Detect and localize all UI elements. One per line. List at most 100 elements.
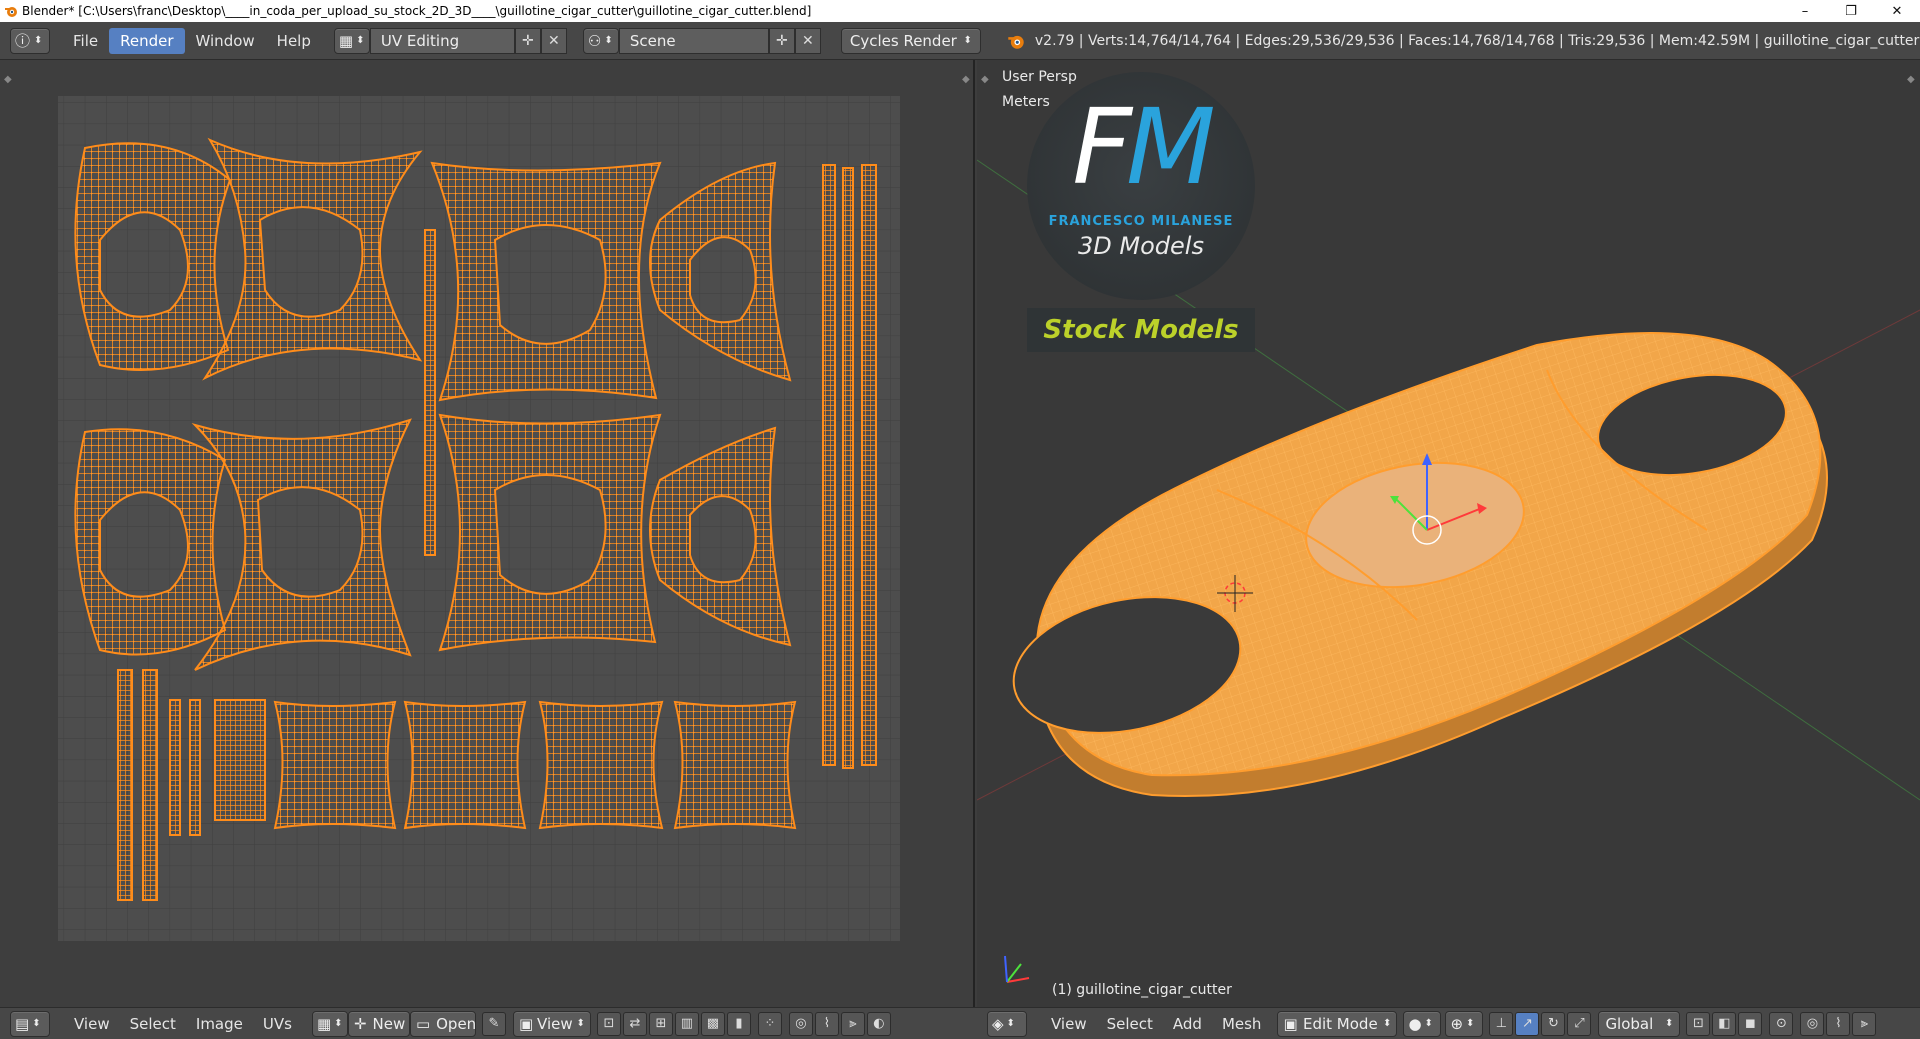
transform-orientation-dropdown[interactable]: Global ⬍ <box>1598 1010 1681 1037</box>
interaction-mode-dropdown[interactable]: ▣ Edit Mode ⬍ <box>1277 1010 1398 1037</box>
active-object-label: (1) guillotine_cigar_cutter <box>1052 982 1232 998</box>
uv-image-editor[interactable]: ◆ ◆ <box>0 60 975 1007</box>
pivot-icon[interactable]: ⊡ <box>596 1011 621 1036</box>
logo-subtitle: 3D Models <box>1078 232 1204 260</box>
3d-viewport[interactable]: ◆ ◆ User Persp Meters (1) guillotine_cig… <box>977 60 1920 1007</box>
menu-render[interactable]: Render <box>109 27 185 54</box>
uv-menu-select[interactable]: Select <box>120 1011 186 1037</box>
edge-mode-icon[interactable]: ◧ <box>1712 1011 1737 1036</box>
channel-icon[interactable]: ◐ <box>866 1011 891 1036</box>
blender-stats-icon <box>1007 32 1025 50</box>
snap-icon[interactable]: ⌇ <box>814 1011 839 1036</box>
logo-letters: FM <box>1072 86 1216 208</box>
uv-editor-header: ▤ ⬍ View Select Image UVs ▦ ⬍ ✛ New ▭ Open ✎… <box>0 1007 977 1039</box>
uv-menu-image[interactable]: Image <box>186 1011 253 1037</box>
snap-element-icon[interactable]: ⫸ <box>1852 1011 1877 1036</box>
snap-target-icon[interactable]: ⫸ <box>840 1011 865 1036</box>
add-scene-button[interactable]: ✛ <box>768 27 795 54</box>
scene-icon: ⚇ <box>587 31 602 50</box>
translate-icon[interactable]: ↗ <box>1515 1011 1540 1036</box>
blender-logo-icon <box>0 0 22 22</box>
plus-icon: ✛ <box>522 32 534 49</box>
v3d-menu-mesh[interactable]: Mesh <box>1212 1011 1272 1037</box>
rotate-icon[interactable]: ↻ <box>1541 1011 1566 1036</box>
3d-editor-type-button[interactable]: ◈ ⬍ <box>987 1010 1027 1037</box>
proportional-edit-icon[interactable]: ◎ <box>788 1011 813 1036</box>
svg-text:◆: ◆ <box>1907 74 1915 85</box>
pivot-icon: ⊕ <box>1450 1014 1464 1033</box>
pin-icon[interactable]: ✎ <box>481 1011 506 1036</box>
close-button[interactable]: ✕ <box>1874 0 1920 22</box>
image-browse-button[interactable]: ▦ ⬍ <box>311 1010 348 1037</box>
svg-text:◆: ◆ <box>981 74 989 85</box>
info-header: ⓘ ⬍ File Render Window Help ▦ ⬍ UV Editing… <box>0 22 1920 60</box>
v3d-menu-add[interactable]: Add <box>1163 1011 1212 1037</box>
new-image-button[interactable]: ✛ New <box>347 1010 410 1037</box>
snap-icon[interactable]: ⌇ <box>1826 1011 1851 1036</box>
view-icon: ▣ <box>518 1014 534 1033</box>
scene-browse-button[interactable]: ⚇ ⬍ <box>582 27 619 54</box>
window-title: Blender* [C:\Users\franc\Desktop\____in_… <box>22 4 812 18</box>
minimize-button[interactable]: – <box>1782 0 1828 22</box>
v3d-menu-view[interactable]: View <box>1041 1011 1097 1037</box>
add-layout-button[interactable]: ✛ <box>514 27 541 54</box>
area-split-widget-v3d-right[interactable]: ◆ <box>1907 74 1915 85</box>
image-view-dropdown[interactable]: ▣ View ⬍ <box>512 1010 591 1037</box>
open-image-button[interactable]: ▭ Open <box>409 1010 476 1037</box>
remove-scene-button[interactable]: ✕ <box>794 27 821 54</box>
uv-editor-type-button[interactable]: ▤ ⬍ <box>10 1010 50 1037</box>
edit-mode-icon: ▣ <box>1283 1014 1298 1033</box>
pivot-dropdown[interactable]: ⊕ ⬍ <box>1445 1010 1484 1037</box>
layout-icon: ▦ <box>338 31 354 50</box>
area-split-widget-v3d-left[interactable]: ◆ <box>981 74 989 85</box>
menu-file[interactable]: File <box>62 28 109 54</box>
screen-layout-browse-button[interactable]: ▦ ⬍ <box>333 27 370 54</box>
menu-window[interactable]: Window <box>185 28 266 54</box>
logo-name: FRANCESCO MILANESE <box>1048 214 1234 229</box>
logo-stock-banner: Stock Models <box>1027 308 1255 352</box>
area-split-widget-left[interactable]: ◆ <box>4 74 12 85</box>
vertex-select-icon[interactable]: ⊞ <box>648 1011 673 1036</box>
image-editor-icon: ▤ <box>15 1014 30 1033</box>
svg-text:◆: ◆ <box>4 74 12 85</box>
island-select-icon[interactable]: ▮ <box>726 1011 751 1036</box>
vertex-mode-icon[interactable]: ⊡ <box>1686 1011 1711 1036</box>
edge-select-icon[interactable]: ▥ <box>674 1011 699 1036</box>
uv-menu-uvs[interactable]: UVs <box>253 1011 302 1037</box>
face-select-icon[interactable]: ▩ <box>700 1011 725 1036</box>
3d-view-header: ◈ ⬍ View Select Add Mesh ▣ Edit Mode ⬍ ● ⬍ ⊕… <box>977 1007 1920 1039</box>
uv-menu-view[interactable]: View <box>64 1011 120 1037</box>
folder-icon: ▭ <box>415 1014 431 1033</box>
face-mode-icon[interactable]: ◼ <box>1738 1011 1763 1036</box>
window-titlebar: Blender* [C:\Users\franc\Desktop\____in_… <box>0 0 1920 22</box>
scene-stats: v2.79 | Verts:14,764/14,764 | Edges:29,5… <box>1034 32 1920 49</box>
render-engine-label: Cycles Render <box>849 31 957 50</box>
cigar-cutter-mesh[interactable] <box>1001 332 1828 798</box>
shading-dropdown[interactable]: ● ⬍ <box>1403 1010 1442 1037</box>
manipulator-icon[interactable]: ⊥ <box>1489 1011 1514 1036</box>
updown-icon: ⬍ <box>963 35 972 46</box>
screen-layout-field[interactable]: UV Editing <box>369 27 515 54</box>
axis-gizmo <box>1004 955 1030 983</box>
restore-button[interactable]: ❐ <box>1828 0 1874 22</box>
menu-help[interactable]: Help <box>266 28 322 54</box>
x-icon: ✕ <box>548 32 560 49</box>
proportional-edit-icon[interactable]: ◎ <box>1800 1011 1825 1036</box>
uv-islands[interactable] <box>74 137 877 901</box>
main-menu: File Render Window Help <box>62 27 322 54</box>
v3d-menu-select[interactable]: Select <box>1097 1011 1163 1037</box>
sticky-mode-icon[interactable]: ⁘ <box>757 1011 782 1036</box>
area-split-widget-right[interactable]: ◆ <box>962 74 970 85</box>
render-engine-dropdown[interactable]: Cycles Render ⬍ <box>840 27 981 54</box>
svg-text:◆: ◆ <box>962 74 970 85</box>
fm-watermark-logo: FM FRANCESCO MILANESE 3D Models Stock Mo… <box>1027 72 1255 360</box>
info-icon: ⓘ <box>15 32 31 50</box>
remove-layout-button[interactable]: ✕ <box>540 27 567 54</box>
uv-canvas[interactable]: ◆ ◆ <box>0 60 975 1007</box>
editor-type-info-button[interactable]: ⓘ ⬍ <box>10 27 50 54</box>
plus-icon: ✛ <box>776 32 788 49</box>
scene-field[interactable]: Scene <box>618 27 769 54</box>
limit-selection-icon[interactable]: ⊙ <box>1769 1011 1794 1036</box>
scale-icon[interactable]: ⤢ <box>1567 1011 1592 1036</box>
sync-select-icon[interactable]: ⇄ <box>622 1011 647 1036</box>
